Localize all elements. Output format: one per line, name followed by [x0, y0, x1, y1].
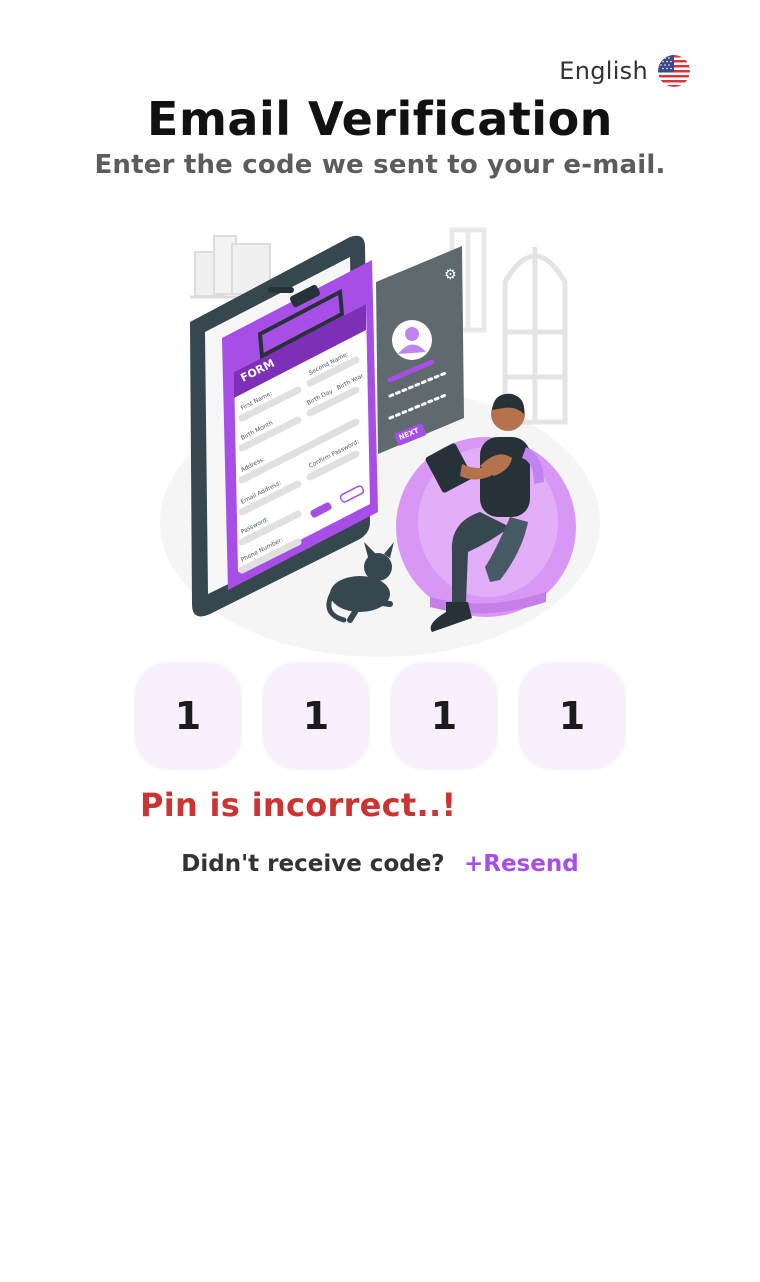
- otp-digit-4[interactable]: [518, 662, 626, 770]
- resend-question: Didn't receive code?: [181, 851, 445, 877]
- page-title: Email Verification: [147, 92, 613, 146]
- verification-illustration: FORM First Name: Second Name: Birth Mont…: [160, 227, 600, 657]
- otp-digit-3[interactable]: [390, 662, 498, 770]
- language-label: English: [559, 57, 648, 85]
- resend-row: Didn't receive code? +Resend: [0, 851, 760, 877]
- profile-card: NEXT ⚙: [376, 246, 464, 454]
- resend-link[interactable]: +Resend: [464, 851, 579, 877]
- otp-digit-2[interactable]: [262, 662, 370, 770]
- otp-digit-1[interactable]: [134, 662, 242, 770]
- svg-text:⚙: ⚙: [444, 267, 457, 283]
- page-subtitle: Enter the code we sent to your e-mail.: [94, 150, 666, 180]
- language-selector[interactable]: English: [559, 54, 690, 88]
- us-flag-icon: [658, 55, 690, 87]
- otp-input-group: [134, 662, 626, 770]
- error-message: Pin is incorrect..!: [140, 786, 457, 824]
